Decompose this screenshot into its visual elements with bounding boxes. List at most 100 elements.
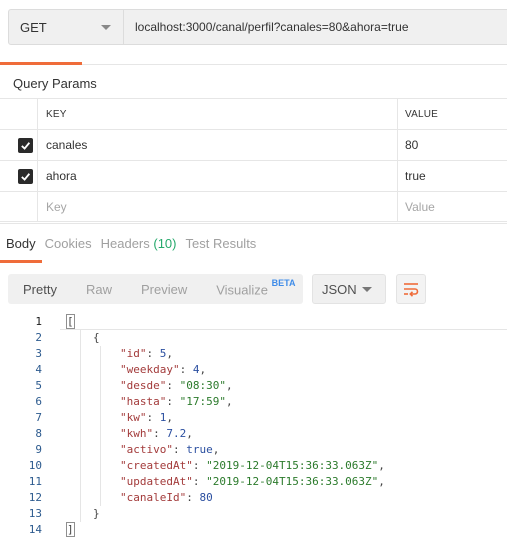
new-key-input[interactable]: Key [38, 192, 398, 222]
json-value: "2019-12-04T15:36:33.063Z" [206, 459, 379, 472]
tab-headers-label: Headers [100, 236, 150, 251]
format-select[interactable]: JSON [312, 274, 386, 304]
column-header-key: KEY [38, 99, 398, 129]
param-key[interactable]: canales [38, 130, 398, 160]
tab-query-params[interactable]: Query Params [13, 76, 97, 91]
line-number: 2 [35, 331, 42, 344]
preview-button[interactable]: Preview [112, 282, 187, 297]
json-value: 7.2 [166, 427, 187, 440]
code-text: "weekday": 4, [120, 362, 206, 378]
param-row: canales 80 [0, 129, 507, 160]
json-punct: , [166, 347, 173, 360]
json-punct: : [186, 491, 200, 504]
param-value[interactable]: true [398, 161, 507, 191]
param-row-empty: Key Value [0, 191, 507, 222]
json-punct: : [192, 459, 207, 472]
code-text: "kw": 1, [120, 410, 173, 426]
json-punct: : [146, 411, 160, 424]
json-key: "kw" [120, 411, 147, 424]
line-number: 10 [28, 459, 42, 472]
line-number: 7 [35, 411, 42, 424]
request-bar: GET localhost:3000/canal/perfil?canales=… [0, 0, 507, 64]
json-punct: , [225, 379, 233, 392]
wrap-lines-button[interactable] [396, 274, 426, 304]
divider [0, 223, 507, 224]
code-line: 8 "kwh": 7.2, [0, 426, 507, 442]
json-key: "canaleId" [120, 491, 187, 504]
param-checkbox[interactable] [18, 169, 33, 184]
indent-guide [100, 490, 101, 506]
response-body[interactable]: 1[2{3 "id": 5, 4 "weekday": 4, 5 "desde": "08… [0, 314, 507, 538]
method-select[interactable]: GET [8, 9, 124, 45]
json-bracket: { [93, 331, 100, 344]
json-punct: , [378, 475, 385, 488]
code-line: 10 "createdAt": "2019-12-04T15:36:33.063Z… [0, 458, 507, 474]
column-header-value: VALUE [405, 108, 439, 120]
json-value: true [186, 443, 213, 456]
view-mode-group: Pretty Raw Preview Visualize BETA [8, 274, 303, 304]
json-punct: : [179, 363, 193, 376]
code-line: 6 "hasta": "17:59", [0, 394, 507, 410]
tab-underline [0, 260, 42, 263]
indent-guide [80, 442, 81, 458]
json-key: "updatedAt" [120, 475, 193, 488]
tab-test-results[interactable]: Test Results [186, 236, 257, 260]
json-punct: : [166, 395, 180, 408]
url-input[interactable]: localhost:3000/canal/perfil?canales=80&a… [124, 9, 507, 45]
checkmark-icon [21, 142, 31, 150]
tab-cookies[interactable]: Cookies [45, 236, 92, 260]
json-value: "17:59" [179, 395, 226, 408]
code-text: [ [66, 314, 75, 330]
params-header-row: KEY VALUE [0, 98, 507, 129]
json-key: "kwh" [120, 427, 154, 440]
json-punct: : [172, 443, 187, 456]
tab-body[interactable]: Body [6, 236, 36, 260]
json-bracket: [ [66, 314, 75, 329]
json-punct: : [146, 347, 160, 360]
code-text: "kwh": 7.2, [120, 426, 193, 442]
method-label: GET [20, 19, 47, 35]
indent-guide [100, 394, 101, 410]
line-number: 1 [35, 315, 42, 328]
line-number: 6 [35, 395, 42, 408]
indent-guide [80, 346, 81, 362]
param-value[interactable]: 80 [398, 130, 507, 160]
wrap-lines-icon [404, 283, 419, 297]
param-key[interactable]: ahora [38, 161, 398, 191]
json-punct: : [153, 427, 167, 440]
raw-button[interactable]: Raw [57, 282, 112, 297]
json-punct: , [225, 395, 233, 408]
json-punct: : [166, 379, 180, 392]
code-text: { [93, 330, 100, 346]
json-value: 80 [199, 491, 213, 504]
code-text: "canaleId": 80 [120, 490, 213, 506]
param-row: ahora true [0, 160, 507, 191]
visualize-button[interactable]: Visualize BETA [187, 278, 295, 297]
json-punct: : [192, 475, 207, 488]
code-text: "id": 5, [120, 346, 173, 362]
chevron-down-icon [362, 287, 372, 292]
indent-guide [80, 490, 81, 506]
indent-guide [80, 506, 81, 522]
indent-guide [100, 458, 101, 474]
code-line: 9 "activo": true, [0, 442, 507, 458]
new-value-input[interactable]: Value [398, 192, 507, 222]
indent-guide [100, 426, 101, 442]
line-number: 13 [28, 507, 42, 520]
code-text: "desde": "08:30", [120, 378, 233, 394]
pretty-button[interactable]: Pretty [8, 282, 57, 297]
json-punct: , [378, 459, 385, 472]
tab-headers[interactable]: Headers (10) [101, 236, 177, 260]
line-number: 4 [35, 363, 42, 376]
code-text: "updatedAt": "2019-12-04T15:36:33.063Z", [120, 474, 385, 490]
code-text: ] [66, 522, 75, 538]
format-label: JSON [322, 281, 357, 297]
indent-guide [80, 458, 81, 474]
param-checkbox[interactable] [18, 138, 33, 153]
json-punct: , [186, 427, 193, 440]
code-line: 3 "id": 5, [0, 346, 507, 362]
checkmark-icon [21, 173, 31, 181]
line-number: 14 [28, 523, 42, 536]
indent-guide [80, 410, 81, 426]
code-text: "createdAt": "2019-12-04T15:36:33.063Z", [120, 458, 385, 474]
